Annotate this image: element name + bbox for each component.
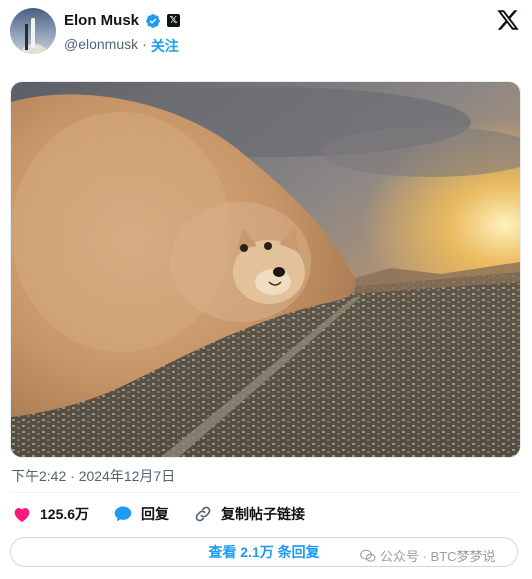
reply-label: 回复 [141, 506, 170, 522]
reply-bubble-icon [114, 506, 132, 522]
watermark-text: 公众号 · BTC梦梦说 [380, 549, 496, 564]
author-handle-row: @elonmusk · 关注 [64, 36, 179, 56]
author-name-row: Elon Musk 𝕏 [64, 12, 181, 29]
divider [10, 492, 520, 493]
avatar-launch-tower [25, 24, 28, 50]
avatar-rocket [31, 18, 35, 48]
avatar[interactable] [10, 8, 56, 54]
post-image[interactable] [10, 81, 521, 458]
x-logo-icon[interactable] [496, 8, 520, 32]
x-affiliate-badge-icon: 𝕏 [167, 14, 181, 27]
handle-separator: · [142, 36, 147, 52]
post-actions: 125.6万 回复 复制帖子链接 [12, 504, 329, 524]
wechat-icon [360, 549, 376, 562]
author-handle[interactable]: @elonmusk [64, 36, 138, 56]
follow-button[interactable]: 关注 [151, 36, 179, 56]
dust-storm-dog-image [11, 82, 520, 457]
like-button[interactable]: 125.6万 [12, 504, 89, 524]
author-name[interactable]: Elon Musk [64, 12, 139, 29]
heart-icon [14, 508, 30, 522]
watermark: 公众号 · BTC梦梦说 [360, 546, 496, 565]
link-icon [195, 506, 211, 522]
like-count: 125.6万 [40, 506, 90, 522]
reply-button[interactable]: 回复 [113, 504, 169, 524]
copy-link-button[interactable]: 复制帖子链接 [193, 504, 305, 524]
post-timestamp[interactable]: 下午2:42 · 2024年12月7日 [11, 466, 175, 486]
view-replies-label: 查看 2.1万 条回复 [208, 544, 320, 560]
copy-link-label: 复制帖子链接 [221, 506, 306, 522]
verified-badge-icon [146, 13, 160, 28]
